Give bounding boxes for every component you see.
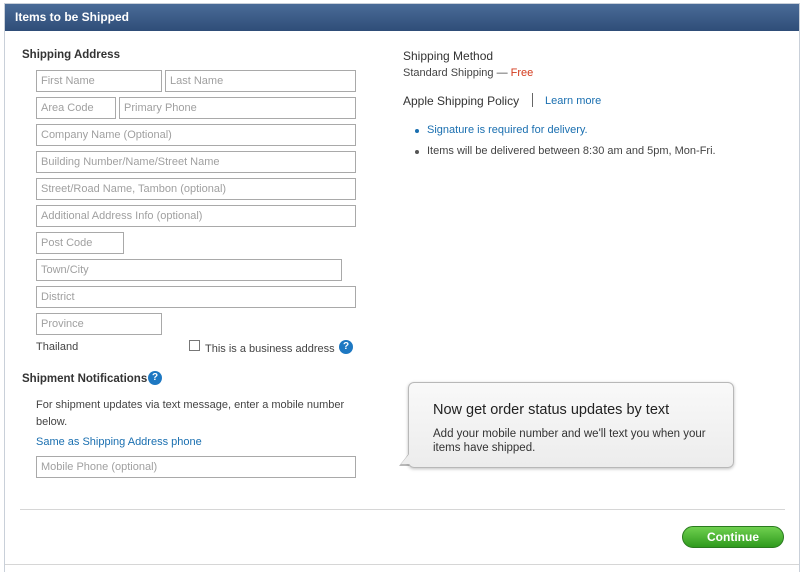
- additional-address-field[interactable]: [36, 205, 356, 227]
- area-code-field[interactable]: [36, 97, 116, 119]
- shipping-method-heading: Shipping Method: [403, 49, 494, 63]
- country-label: Thailand: [36, 341, 79, 353]
- shipping-price: Free: [510, 67, 534, 79]
- shipping-policy-heading: Apple Shipping Policy: [403, 94, 520, 108]
- shipping-method-value: Standard Shipping — Free: [403, 67, 533, 79]
- sms-callout: Now get order status updates by text Add…: [408, 382, 734, 468]
- business-address-checkbox[interactable]: [189, 340, 200, 351]
- policy-bullet: [415, 129, 419, 133]
- panel-header: Items to be Shipped: [5, 4, 799, 31]
- shipping-address-heading: Shipping Address: [22, 49, 120, 61]
- street-field[interactable]: [36, 178, 356, 200]
- callout-body: Add your mobile number and we'll text yo…: [433, 428, 706, 454]
- policy-item-signature: Signature is required for delivery.: [427, 124, 588, 136]
- mobile-phone-field[interactable]: [36, 456, 356, 478]
- building-field[interactable]: [36, 151, 356, 173]
- district-field[interactable]: [36, 286, 356, 308]
- company-name-field[interactable]: [36, 124, 356, 146]
- notifications-help-icon[interactable]: ?: [148, 371, 162, 385]
- town-city-field[interactable]: [36, 259, 342, 281]
- post-code-field[interactable]: [36, 232, 124, 254]
- province-field[interactable]: [36, 313, 162, 335]
- callout-tail-inner: [401, 453, 410, 464]
- shipment-notifications-heading: Shipment Notifications: [22, 373, 148, 385]
- bottom-divider: [5, 564, 799, 565]
- business-address-label: This is a business address: [205, 343, 335, 355]
- footer-divider: [20, 509, 785, 510]
- business-help-icon[interactable]: ?: [339, 340, 353, 354]
- primary-phone-field[interactable]: [119, 97, 356, 119]
- policy-divider: [532, 93, 533, 107]
- continue-button[interactable]: Continue: [682, 526, 784, 548]
- first-name-field[interactable]: [36, 70, 162, 92]
- last-name-field[interactable]: [165, 70, 356, 92]
- notifications-description: For shipment updates via text message, e…: [36, 399, 345, 428]
- learn-more-link[interactable]: Learn more: [545, 95, 601, 107]
- policy-bullet: [415, 150, 419, 154]
- policy-item-delivery-hours: Items will be delivered between 8:30 am …: [427, 145, 716, 157]
- same-as-address-phone-link[interactable]: Same as Shipping Address phone: [36, 436, 202, 448]
- shipping-panel: Items to be Shipped Shipping Address Tha…: [4, 3, 800, 572]
- callout-title: Now get order status updates by text: [433, 402, 670, 418]
- shipping-method-name: Standard Shipping —: [403, 67, 508, 79]
